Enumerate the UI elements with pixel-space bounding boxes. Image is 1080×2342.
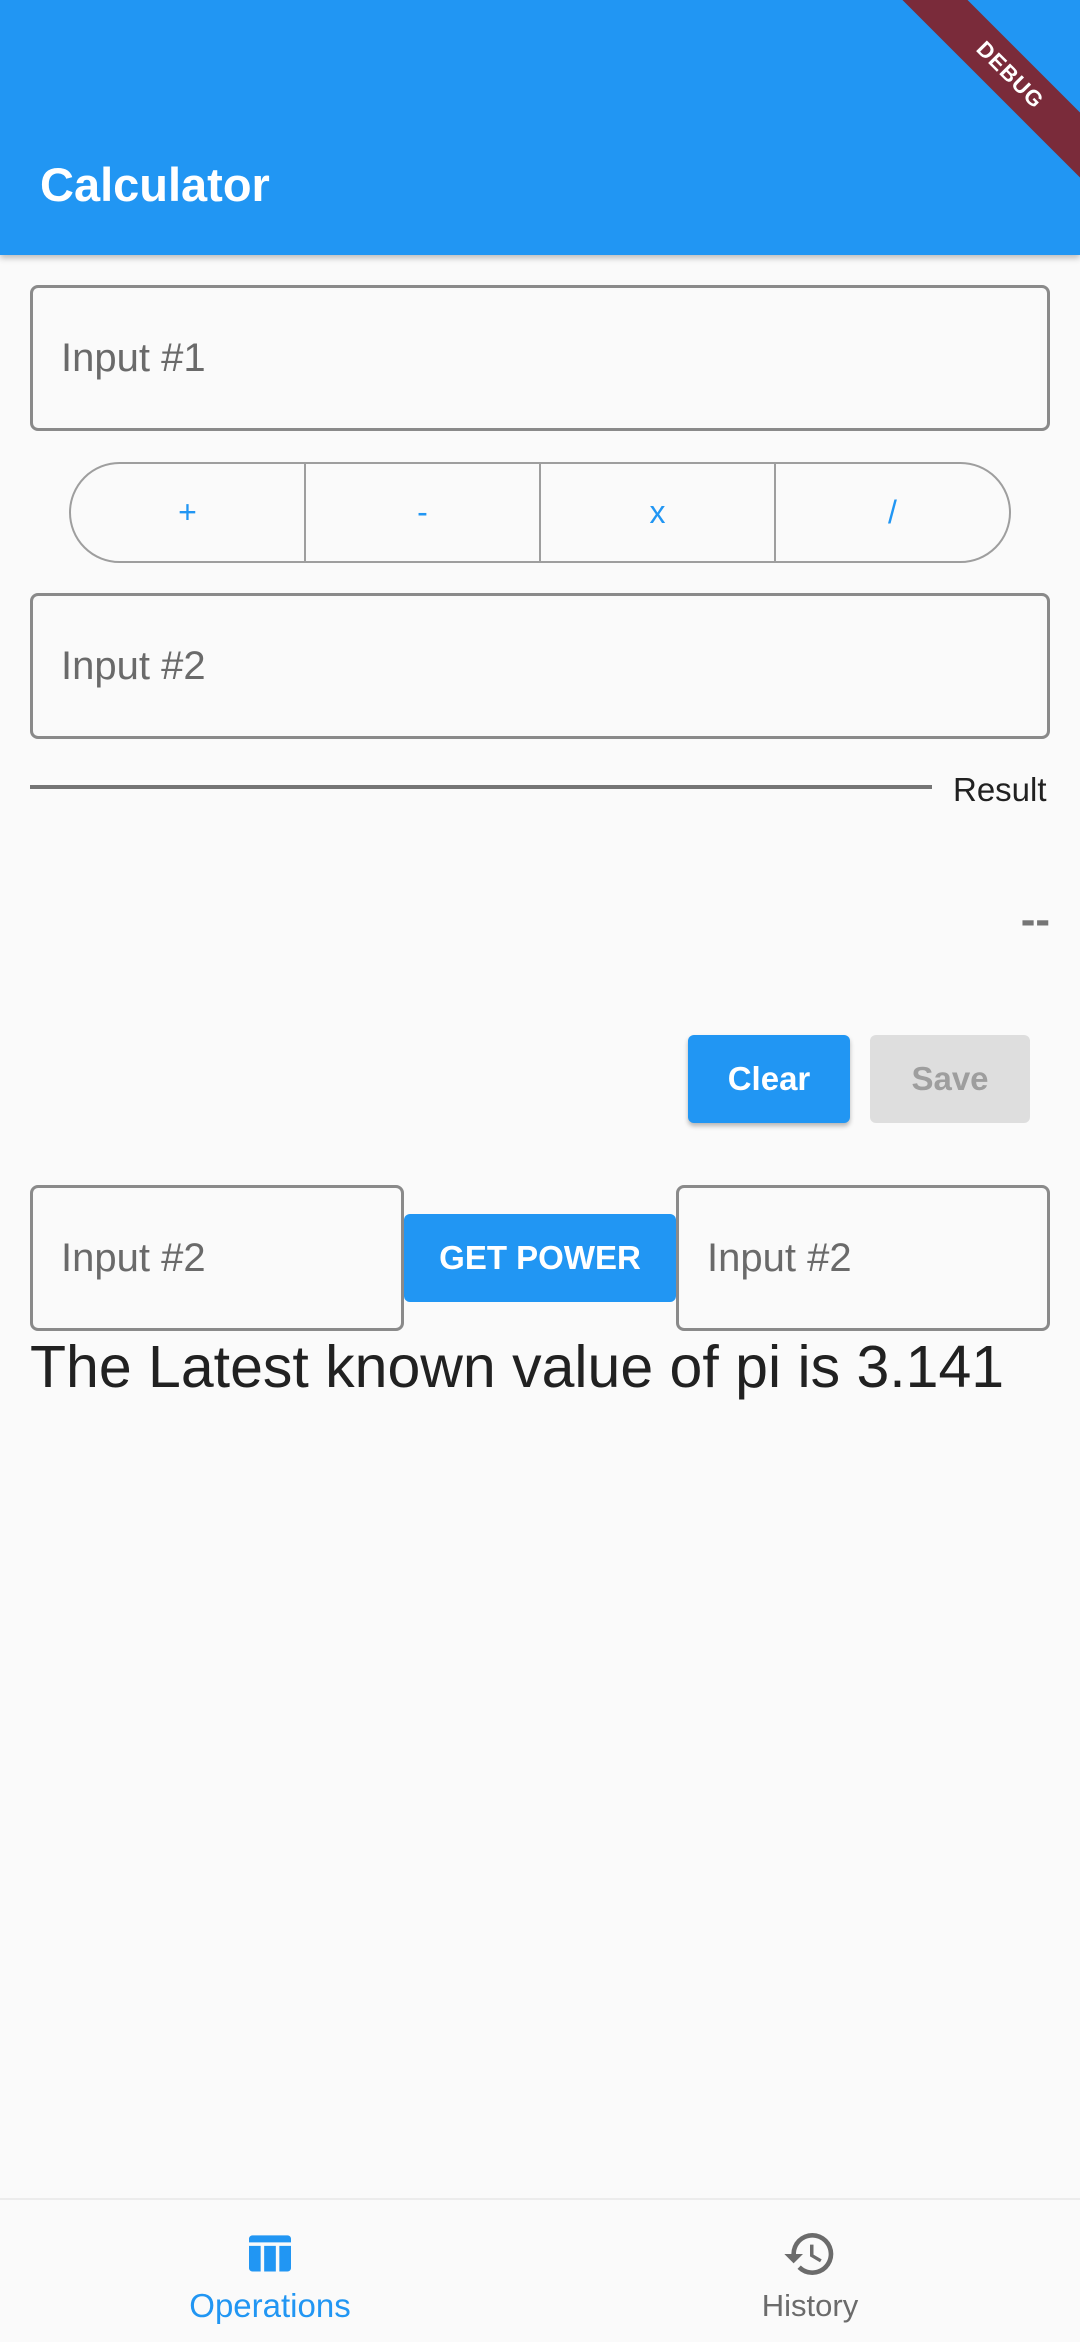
input2-field[interactable]: Input #2 bbox=[30, 593, 1050, 739]
table-icon bbox=[249, 2235, 291, 2272]
power-base-placeholder: Input #2 bbox=[61, 1235, 206, 1280]
page-title: Calculator bbox=[40, 158, 270, 211]
history-icon bbox=[784, 2233, 834, 2275]
power-exponent-field[interactable]: Input #2 bbox=[676, 1185, 1050, 1331]
input1-placeholder: Input #1 bbox=[61, 335, 206, 380]
result-label: Result bbox=[953, 771, 1047, 808]
result-divider bbox=[30, 785, 932, 789]
operator-subtract-button[interactable]: - bbox=[306, 464, 541, 561]
result-value: -- bbox=[1020, 895, 1050, 944]
clear-button[interactable]: Clear bbox=[688, 1035, 850, 1123]
operator-add-button[interactable]: + bbox=[71, 464, 306, 561]
power-base-field[interactable]: Input #2 bbox=[30, 1185, 404, 1331]
nav-label-operations: Operations bbox=[189, 2287, 351, 2324]
pi-message: The Latest known value of pi is 3.141 bbox=[30, 1334, 1005, 1400]
debug-banner-label: DEBUG bbox=[901, 0, 1080, 184]
operator-toggle-group: + - x / bbox=[69, 462, 1011, 563]
input2-placeholder: Input #2 bbox=[61, 643, 206, 688]
nav-item-operations[interactable]: Operations bbox=[0, 2200, 540, 2342]
nav-label-history: History bbox=[761, 2288, 859, 2323]
bottom-navigation: Operations History bbox=[0, 2198, 1080, 2342]
save-button[interactable]: Save bbox=[870, 1035, 1030, 1123]
nav-item-history[interactable]: History bbox=[540, 2200, 1080, 2342]
debug-banner: DEBUG bbox=[890, 0, 1080, 190]
input1-field[interactable]: Input #1 bbox=[30, 285, 1050, 431]
operator-multiply-button[interactable]: x bbox=[541, 464, 776, 561]
operator-divide-button[interactable]: / bbox=[776, 464, 1009, 561]
get-power-button[interactable]: GET POWER bbox=[404, 1214, 676, 1302]
power-exponent-placeholder: Input #2 bbox=[707, 1235, 852, 1280]
